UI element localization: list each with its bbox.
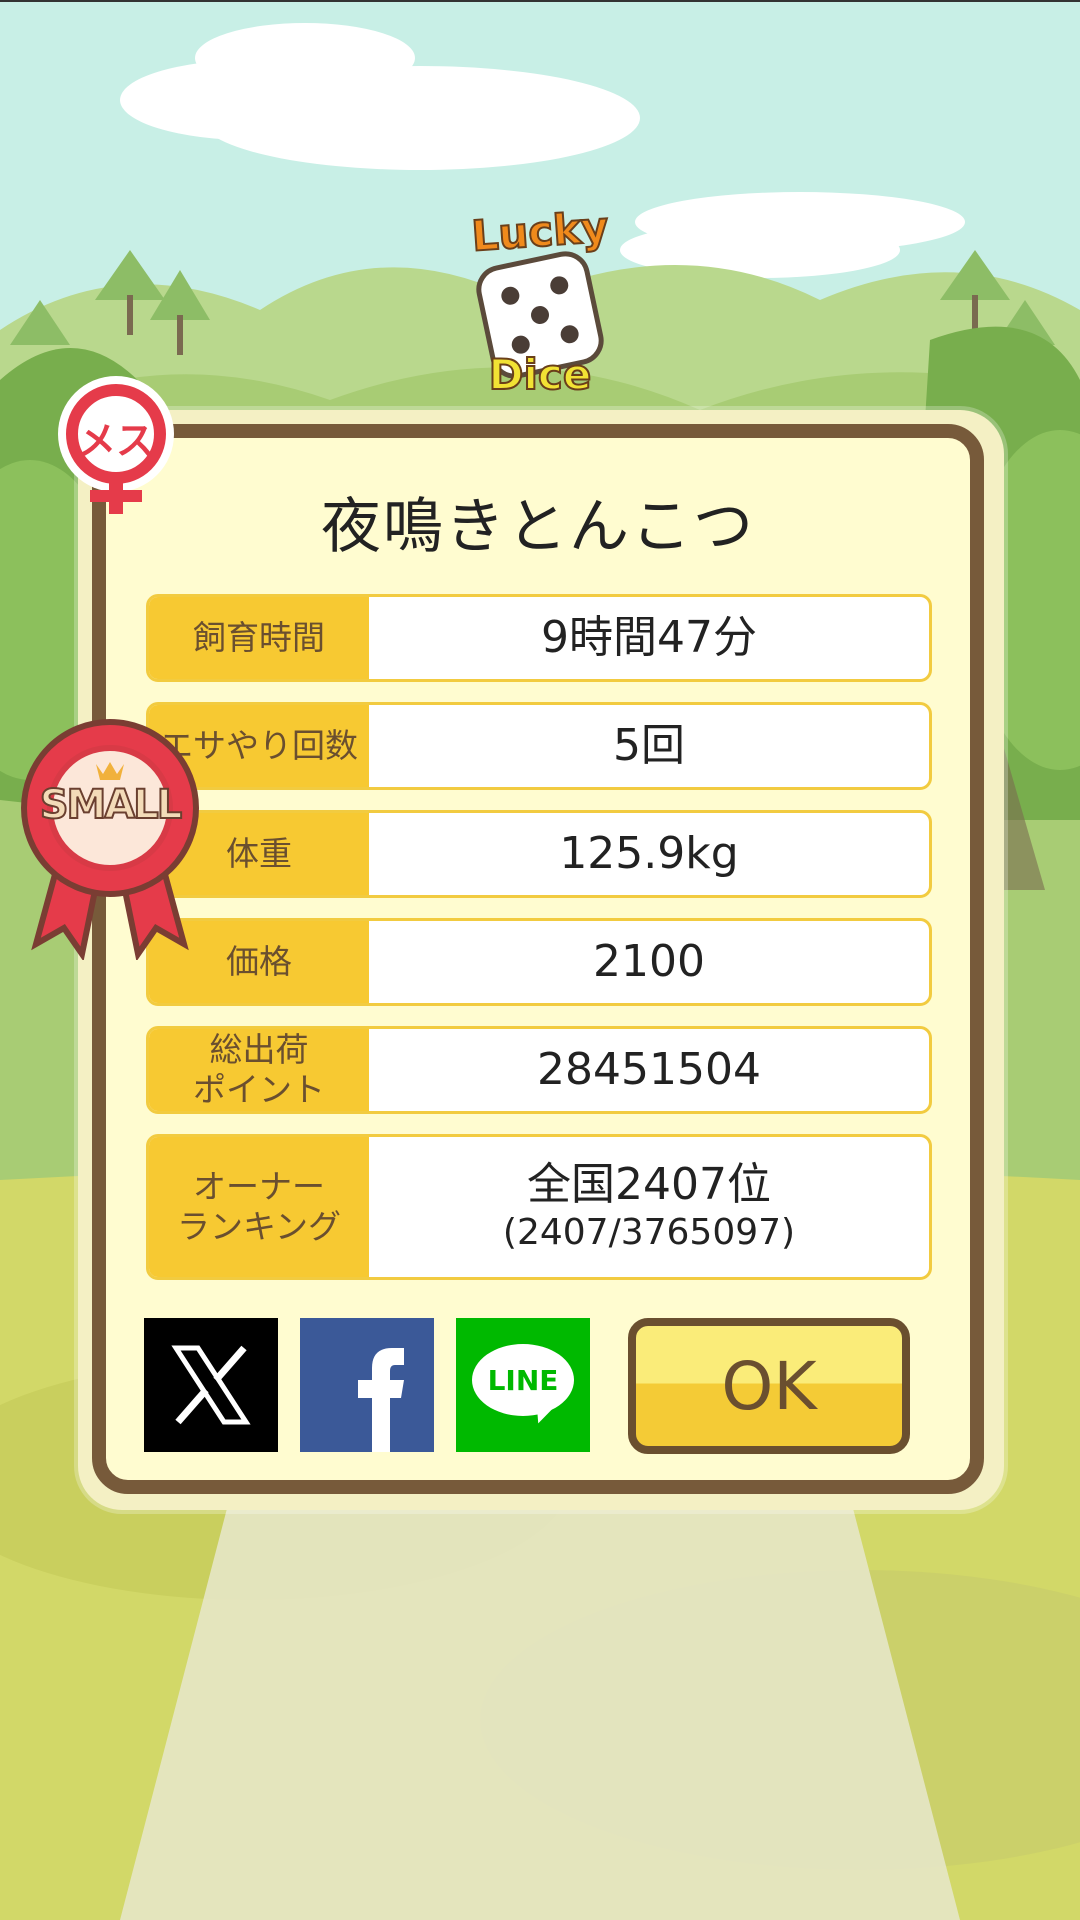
ranking-main: 全国2407位	[527, 1159, 771, 1210]
line-bubble-icon: LINE	[472, 1344, 574, 1427]
pig-name-title: 夜鳴きとんこつ	[321, 492, 755, 562]
stat-label: 飼育時間	[149, 597, 369, 679]
share-x-button[interactable]	[144, 1318, 278, 1452]
share-line-button[interactable]: LINE	[456, 1318, 590, 1452]
lucky-dice-logo: Lucky Dice	[440, 201, 640, 405]
pig-result-dialog: 夜鳴きとんこつ 飼育時間 9時間47分 エサやり回数 5回 体重 125.9kg…	[92, 424, 984, 1494]
stat-row-feed-count: エサやり回数 5回	[146, 702, 932, 790]
logo-text-dice: Dice	[488, 349, 593, 400]
stat-value: 2100	[593, 936, 705, 987]
stat-row-weight: 体重 125.9kg	[146, 810, 932, 898]
ribbon-medal-icon	[21, 719, 199, 962]
size-badge: SMALL	[20, 716, 200, 962]
stat-value: 全国2407位 (2407/3765097)	[369, 1137, 929, 1277]
gender-badge: メス	[52, 376, 180, 516]
stat-label: 総出荷 ポイント	[149, 1029, 369, 1111]
stat-row-price: 価格 2100	[146, 918, 932, 1006]
stat-row-feeding-time: 飼育時間 9時間47分	[146, 594, 932, 682]
stat-value: 5回	[613, 720, 685, 771]
ranking-detail: (2407/3765097)	[502, 1212, 796, 1253]
stat-row-total-shipping-points: 総出荷 ポイント 28451504	[146, 1026, 932, 1114]
line-label: LINE	[487, 1364, 559, 1397]
stat-value: 125.9kg	[559, 828, 739, 879]
stat-value: 28451504	[537, 1044, 761, 1095]
facebook-logo-icon	[358, 1348, 404, 1452]
stat-value: 9時間47分	[541, 612, 757, 663]
gender-label: メス	[77, 419, 154, 463]
stat-row-owner-ranking: オーナー ランキング 全国2407位 (2407/3765097)	[146, 1134, 932, 1280]
size-label: SMALL	[39, 781, 184, 829]
x-logo-icon	[171, 1345, 251, 1425]
ok-button[interactable]: OK	[628, 1318, 910, 1454]
stat-label: オーナー ランキング	[149, 1137, 369, 1277]
share-facebook-button[interactable]	[300, 1318, 434, 1452]
